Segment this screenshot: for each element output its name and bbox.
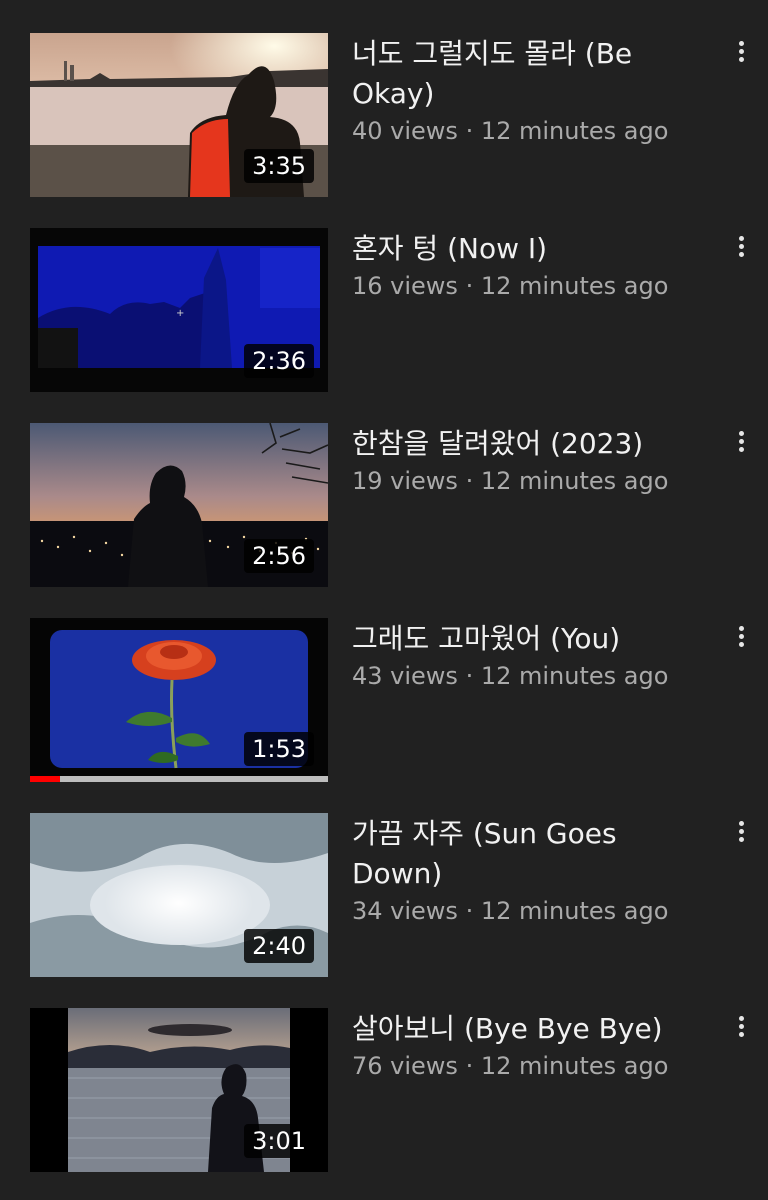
video-views: 40 views [352, 117, 458, 145]
video-views: 34 views [352, 897, 458, 925]
video-meta: 너도 그럴지도 몰라 (Be Okay) 40 views · 12 minut… [352, 33, 708, 148]
video-views: 43 views [352, 662, 458, 690]
more-vert-icon[interactable] [728, 1012, 754, 1044]
video-title[interactable]: 한참을 달려왔어 (2023) [352, 424, 708, 464]
video-meta: 한참을 달려왔어 (2023) 19 views · 12 minutes ag… [352, 423, 708, 498]
svg-text:+: + [176, 308, 184, 319]
video-thumbnail[interactable]: 2:40 [30, 813, 328, 977]
video-item[interactable]: 2:56 한참을 달려왔어 (2023) 19 views · 12 minut… [0, 423, 768, 593]
video-thumbnail[interactable]: 2:56 [30, 423, 328, 587]
video-item[interactable]: 3:01 살아보니 (Bye Bye Bye) 76 views · 12 mi… [0, 1008, 768, 1178]
more-vert-icon[interactable] [728, 622, 754, 654]
video-thumbnail[interactable]: 1:53 [30, 618, 328, 782]
more-vert-icon[interactable] [728, 427, 754, 459]
video-title[interactable]: 그래도 고마웠어 (You) [352, 619, 708, 659]
video-title[interactable]: 가끔 자주 (Sun Goes Down) [352, 814, 708, 894]
video-views: 76 views [352, 1052, 458, 1080]
video-item[interactable]: + 2:36 혼자 텅 (Now I) 16 views · 12 minute… [0, 228, 768, 398]
video-title[interactable]: 살아보니 (Bye Bye Bye) [352, 1009, 708, 1049]
video-meta: 그래도 고마웠어 (You) 43 views · 12 minutes ago [352, 618, 708, 693]
video-stats: 34 views · 12 minutes ago [352, 897, 669, 925]
more-vert-icon[interactable] [728, 232, 754, 264]
video-stats: 40 views · 12 minutes ago [352, 117, 669, 145]
video-thumbnail[interactable]: 3:01 [30, 1008, 328, 1172]
video-age: 12 minutes ago [480, 662, 669, 690]
video-thumbnail[interactable]: + 2:36 [30, 228, 328, 392]
video-duration: 2:40 [244, 929, 314, 963]
watch-progress-fill [30, 776, 60, 782]
video-age: 12 minutes ago [480, 467, 669, 495]
video-item[interactable]: 3:35 너도 그럴지도 몰라 (Be Okay) 40 views · 12 … [0, 33, 768, 203]
video-views: 19 views [352, 467, 458, 495]
video-item[interactable]: 2:40 가끔 자주 (Sun Goes Down) 34 views · 12… [0, 813, 768, 983]
video-views: 16 views [352, 272, 458, 300]
video-meta: 가끔 자주 (Sun Goes Down) 34 views · 12 minu… [352, 813, 708, 928]
video-stats: 43 views · 12 minutes ago [352, 662, 669, 690]
video-duration: 2:36 [244, 344, 314, 378]
video-age: 12 minutes ago [480, 897, 669, 925]
watch-progress-bar [30, 776, 328, 782]
more-vert-icon[interactable] [728, 37, 754, 69]
video-meta: 혼자 텅 (Now I) 16 views · 12 minutes ago [352, 228, 708, 303]
video-duration: 3:35 [244, 149, 314, 183]
video-duration: 2:56 [244, 539, 314, 573]
video-title[interactable]: 혼자 텅 (Now I) [352, 229, 708, 269]
video-thumbnail[interactable]: 3:35 [30, 33, 328, 197]
video-age: 12 minutes ago [480, 1052, 669, 1080]
video-duration: 3:01 [244, 1124, 314, 1158]
video-age: 12 minutes ago [480, 272, 669, 300]
video-title[interactable]: 너도 그럴지도 몰라 (Be Okay) [352, 34, 708, 114]
video-stats: 16 views · 12 minutes ago [352, 272, 669, 300]
video-stats: 76 views · 12 minutes ago [352, 1052, 669, 1080]
video-item[interactable]: 1:53 그래도 고마웠어 (You) 43 views · 12 minute… [0, 618, 768, 788]
video-age: 12 minutes ago [480, 117, 669, 145]
video-stats: 19 views · 12 minutes ago [352, 467, 669, 495]
video-meta: 살아보니 (Bye Bye Bye) 76 views · 12 minutes… [352, 1008, 708, 1083]
more-vert-icon[interactable] [728, 817, 754, 849]
video-duration: 1:53 [244, 732, 314, 766]
